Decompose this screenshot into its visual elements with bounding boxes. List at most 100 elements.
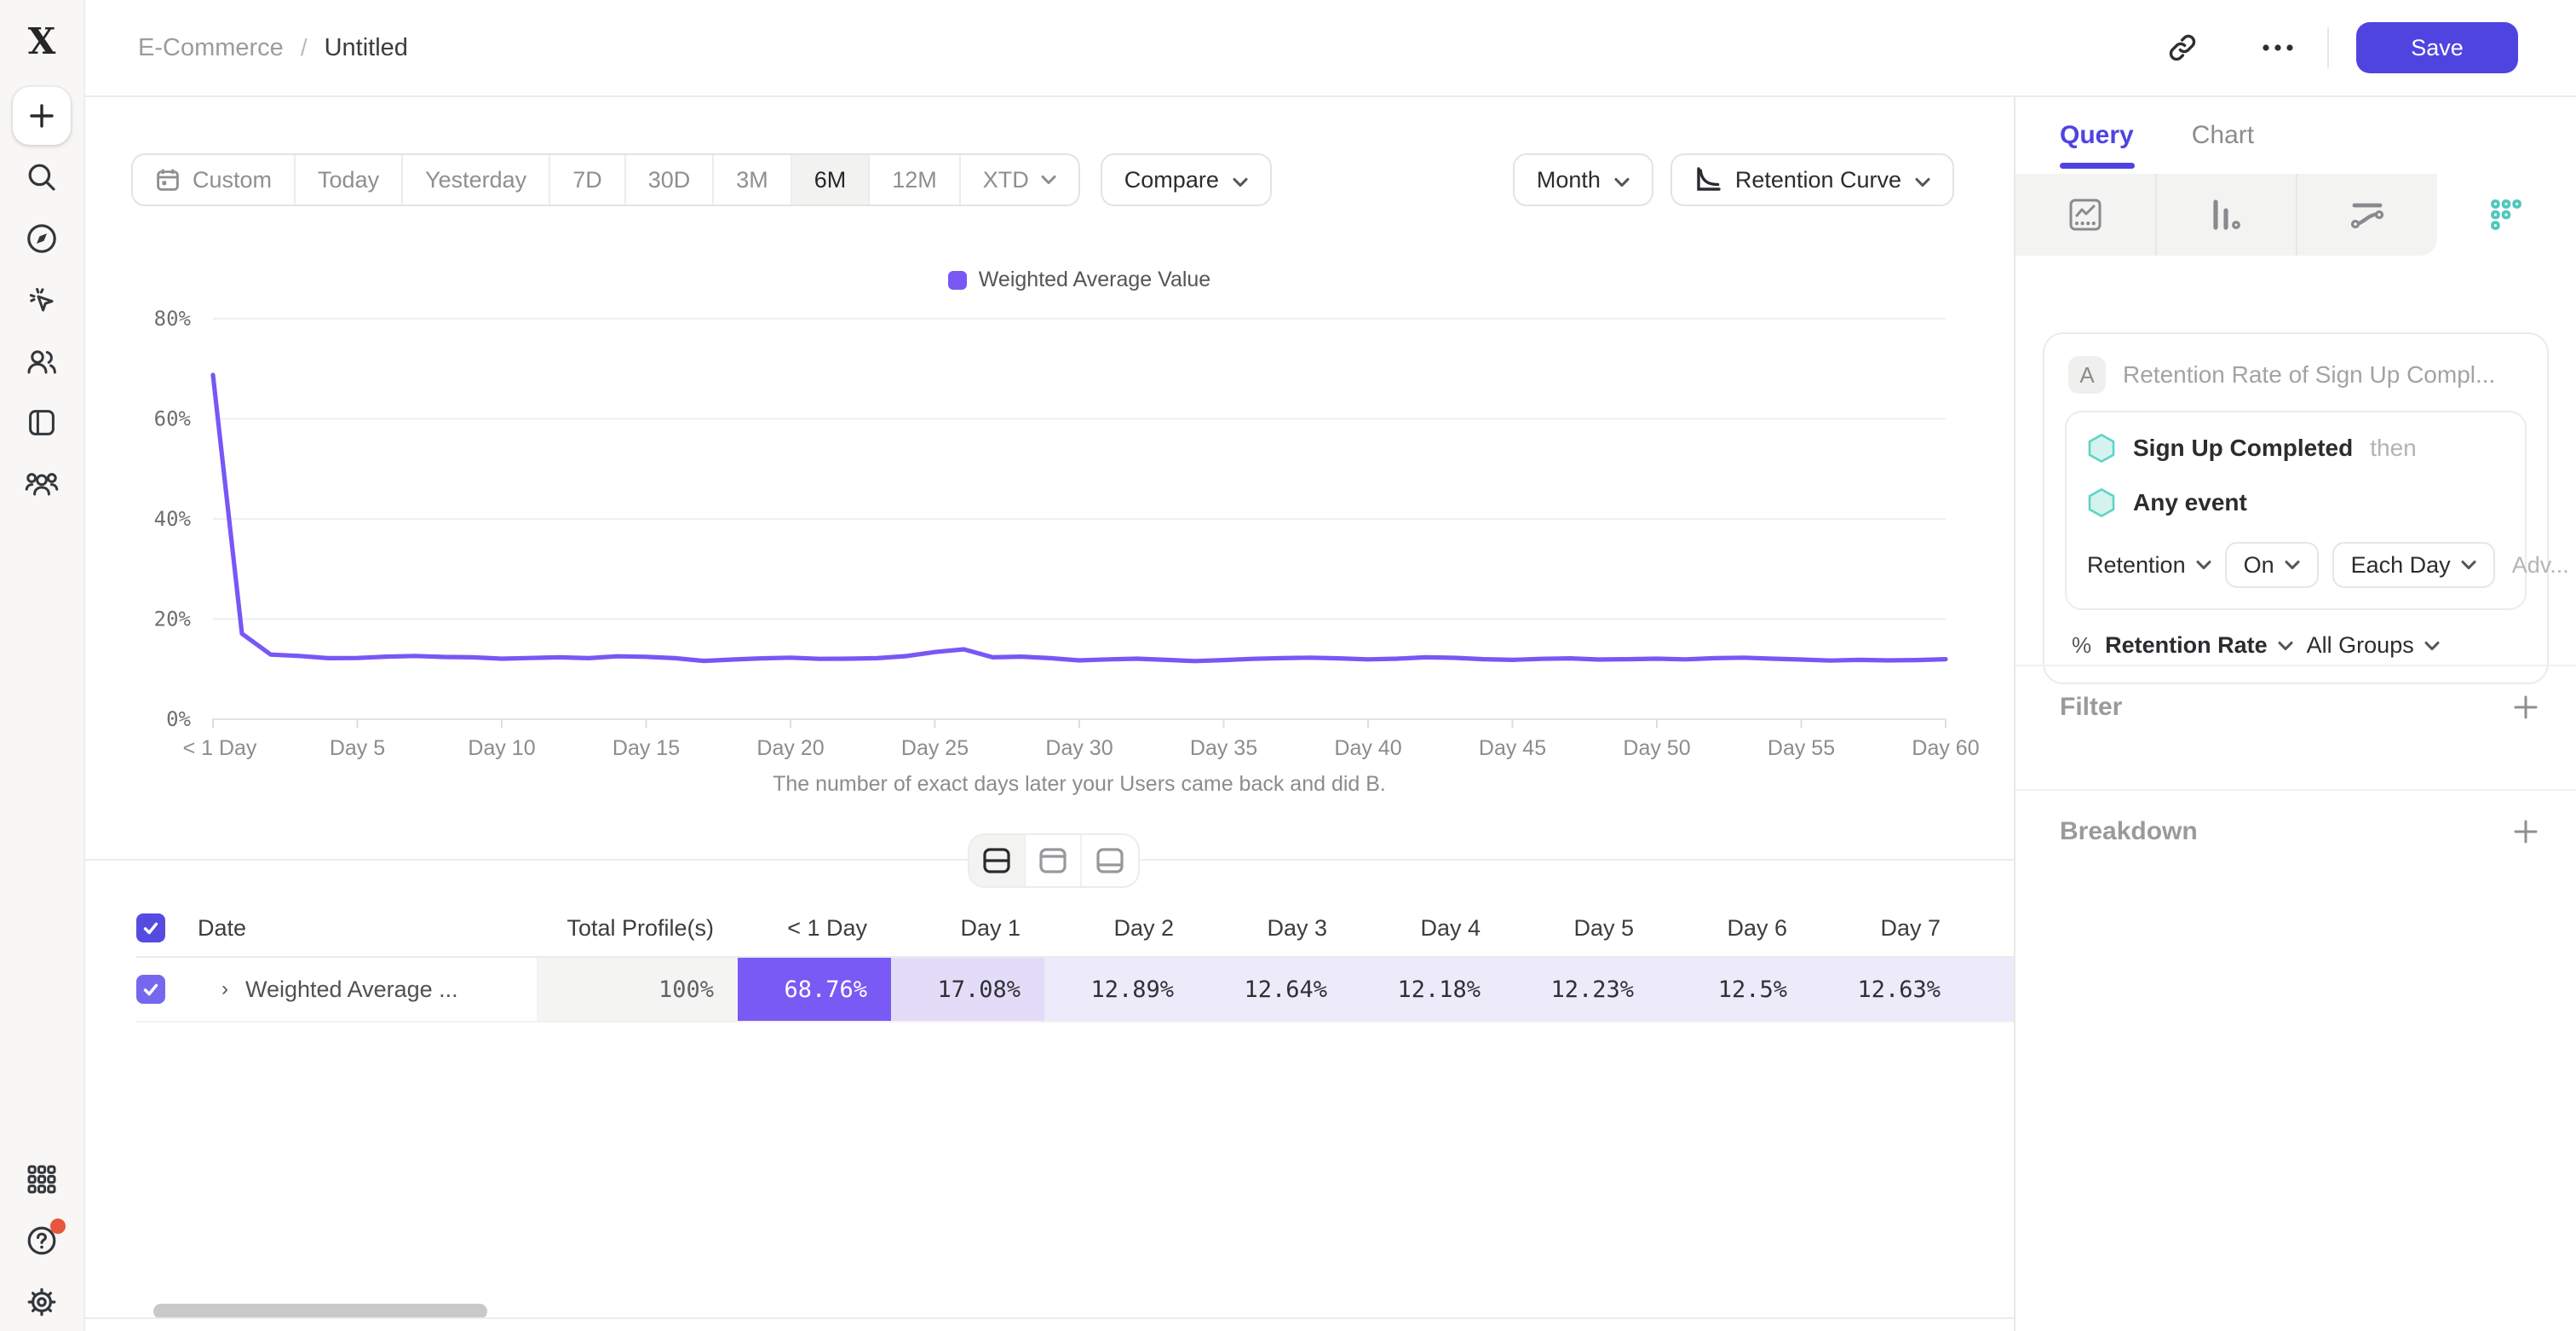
settings-gear-icon[interactable]	[13, 1273, 71, 1331]
split-view-icon	[982, 847, 1011, 874]
cohorts-icon[interactable]	[13, 455, 71, 513]
value-cell-total-profile-s-[interactable]: 100%	[537, 958, 738, 1021]
on-dropdown[interactable]: On	[2225, 542, 2319, 588]
svg-text:40%: 40%	[154, 507, 192, 531]
column-header-1[interactable]: Total Profile(s)	[537, 900, 738, 956]
column-header-4[interactable]: Day 2	[1044, 900, 1198, 956]
chart-type-dropdown[interactable]: Retention Curve	[1670, 153, 1954, 206]
table-only-view-button[interactable]	[1082, 835, 1138, 886]
compare-button[interactable]: Compare	[1101, 153, 1272, 206]
range-label: XTD	[983, 167, 1029, 193]
value-cell-day-8[interactable]: 12.4%	[1964, 958, 2014, 1021]
report-tab-retention[interactable]	[2437, 174, 2576, 256]
column-header-7[interactable]: Day 5	[1504, 900, 1658, 956]
select-all-checkbox[interactable]	[136, 913, 165, 942]
breadcrumb-title[interactable]: Untitled	[325, 34, 408, 62]
retention-curve-icon	[1694, 166, 1722, 193]
report-tab-funnels[interactable]	[2157, 174, 2298, 256]
retention-chart[interactable]: 0%20%40%60%80%< 1 DayDay 5Day 10Day 15Da…	[85, 302, 2014, 770]
column-header-5[interactable]: Day 3	[1198, 900, 1351, 956]
second-event-row[interactable]: Any event	[2087, 487, 2504, 518]
svg-text:Day 50: Day 50	[1623, 736, 1690, 760]
column-header-3[interactable]: Day 1	[891, 900, 1044, 956]
chevron-down-icon	[2424, 641, 2440, 651]
mixpanel-logo-icon[interactable]: X	[28, 24, 56, 60]
range-xtd[interactable]: XTD	[961, 155, 1078, 205]
check-icon	[141, 919, 160, 937]
header-select-cell	[136, 900, 198, 956]
help-icon[interactable]	[13, 1212, 71, 1270]
chart-only-view-button[interactable]	[1026, 835, 1082, 886]
share-link-icon[interactable]	[2157, 22, 2208, 73]
range-30d[interactable]: 30D	[626, 155, 715, 205]
svg-text:Day 60: Day 60	[1912, 736, 1979, 760]
chart-caption: The number of exact days later your User…	[213, 772, 1946, 797]
search-nav-icon[interactable]	[13, 148, 71, 206]
chevron-down-icon	[2196, 560, 2211, 570]
range-today[interactable]: Today	[296, 155, 403, 205]
chart-controls: Month Retention Curve	[1513, 153, 1954, 206]
layout-toggle-group	[968, 833, 1140, 888]
value-cell-day-5[interactable]: 12.23%	[1504, 958, 1658, 1021]
save-button[interactable]: Save	[2356, 22, 2518, 73]
value-cell--1-day[interactable]: 68.76%	[738, 958, 891, 1021]
range-label: Today	[318, 167, 379, 193]
range-yesterday[interactable]: Yesterday	[403, 155, 550, 205]
advanced-dropdown[interactable]: Adv...	[2512, 552, 2576, 579]
column-header-2[interactable]: < 1 Day	[738, 900, 891, 956]
svg-text:Day 10: Day 10	[468, 736, 535, 760]
chevron-down-icon	[1915, 167, 1930, 193]
range-6m[interactable]: 6M	[792, 155, 871, 205]
value-cell-day-1[interactable]: 17.08%	[891, 958, 1044, 1021]
column-header-8[interactable]: Day 6	[1658, 900, 1811, 956]
boards-icon[interactable]	[13, 394, 71, 452]
more-options-icon[interactable]	[2252, 22, 2303, 73]
granularity-dropdown[interactable]: Month	[1513, 153, 1653, 206]
row-select-cell	[136, 958, 198, 1021]
split-view-button[interactable]	[969, 835, 1026, 886]
breadcrumb-project[interactable]: E-Commerce	[138, 34, 284, 62]
range-7d[interactable]: 7D	[550, 155, 626, 205]
report-tab-insights[interactable]	[2015, 174, 2157, 256]
add-filter-button[interactable]	[2513, 694, 2539, 720]
check-icon	[141, 980, 160, 999]
insights-icon	[2067, 197, 2103, 233]
add-breakdown-button[interactable]	[2513, 819, 2539, 844]
row-checkbox[interactable]	[136, 975, 165, 1004]
users-icon[interactable]	[13, 332, 71, 390]
row-name-cell[interactable]: ›Weighted Average ...	[198, 958, 537, 1021]
groups-dropdown[interactable]: All Groups	[2307, 632, 2440, 659]
calendar-icon	[155, 167, 181, 193]
tab-chart[interactable]: Chart	[2192, 97, 2254, 174]
first-event-row[interactable]: Sign Up Completed then	[2087, 433, 2504, 464]
value-cell-day-7[interactable]: 12.63%	[1811, 958, 1964, 1021]
value-cell-day-4[interactable]: 12.18%	[1351, 958, 1504, 1021]
chevron-down-icon	[1233, 167, 1248, 193]
value-cell-day-3[interactable]: 12.64%	[1198, 958, 1351, 1021]
events-cursor-icon[interactable]	[13, 271, 71, 329]
create-button[interactable]	[13, 87, 71, 145]
query-summary-row[interactable]: A Retention Rate of Sign Up Compl...	[2065, 353, 2527, 411]
bucket-dropdown[interactable]: Each Day	[2332, 542, 2495, 588]
tab-query[interactable]: Query	[2060, 97, 2134, 174]
report-tab-flows[interactable]	[2297, 174, 2437, 256]
apps-grid-icon[interactable]	[13, 1150, 71, 1208]
explore-compass-icon[interactable]	[13, 210, 71, 268]
expand-chevron-icon[interactable]: ›	[221, 977, 228, 1001]
range-3m[interactable]: 3M	[714, 155, 792, 205]
column-header-0[interactable]: Date	[198, 900, 537, 956]
bucket-label: Each Day	[2351, 552, 2451, 579]
report-bottom-border	[85, 1317, 2014, 1319]
column-header-10[interactable]: Day 8	[1964, 900, 2014, 956]
column-header-6[interactable]: Day 4	[1351, 900, 1504, 956]
app-root: X	[0, 0, 2576, 1331]
range-12m[interactable]: 12M	[870, 155, 961, 205]
chart-legend[interactable]: Weighted Average Value	[213, 268, 1946, 292]
value-cell-day-6[interactable]: 12.5%	[1658, 958, 1811, 1021]
range-custom[interactable]: Custom	[133, 155, 296, 205]
measure-dropdown[interactable]: Retention Rate	[2105, 632, 2293, 659]
value-cell-day-2[interactable]: 12.89%	[1044, 958, 1198, 1021]
query-builder-card: A Retention Rate of Sign Up Compl... Sig…	[2043, 332, 2549, 684]
column-header-9[interactable]: Day 7	[1811, 900, 1964, 956]
retention-type-dropdown[interactable]: Retention	[2087, 552, 2211, 579]
